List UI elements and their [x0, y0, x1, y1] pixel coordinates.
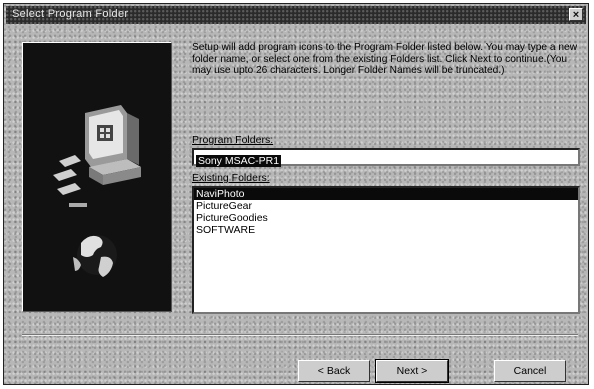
globe-icon [73, 235, 117, 277]
computer-and-globe-illustration [53, 105, 141, 277]
setup-dialog: Select Program Folder × Setup will add p… [3, 3, 589, 385]
monitor-icon [85, 105, 141, 185]
folder-list-item[interactable]: PictureGear [194, 200, 578, 212]
folder-list-item[interactable]: SOFTWARE [194, 224, 578, 236]
existing-folders-label: Existing Folders: [192, 172, 270, 184]
button-divider [22, 334, 578, 336]
floppy-disk-icons [53, 155, 87, 207]
existing-folders-list[interactable]: NaviPhoto PictureGear PictureGoodies SOF… [192, 186, 580, 314]
program-folder-label: Program Folders: [192, 134, 274, 146]
close-button[interactable]: × [569, 8, 583, 21]
program-folder-input[interactable]: Sony MSAC-PR1 [192, 148, 580, 167]
back-button[interactable]: < Back [298, 360, 370, 382]
cancel-button[interactable]: Cancel [494, 360, 566, 382]
title-bar[interactable]: Select Program Folder × [6, 6, 586, 24]
setup-description: Setup will add program icons to the Prog… [192, 42, 578, 77]
dialog-title: Select Program Folder [12, 8, 129, 20]
program-folder-value: Sony MSAC-PR1 [196, 155, 282, 167]
folder-list-item[interactable]: PictureGoodies [194, 212, 578, 224]
next-button[interactable]: Next > [375, 359, 449, 383]
folder-list-item[interactable]: NaviPhoto [194, 188, 578, 200]
setup-illustration-panel [22, 42, 172, 312]
